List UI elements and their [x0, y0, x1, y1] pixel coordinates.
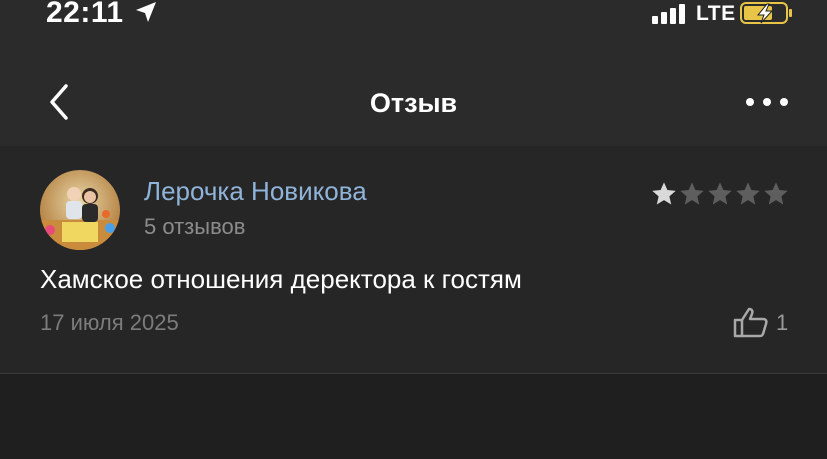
- page-title: Отзыв: [369, 88, 458, 118]
- star-empty-icon: [680, 182, 704, 205]
- signal-bars-icon: [652, 4, 685, 24]
- status-bar: 22:11 LTE: [0, 0, 827, 48]
- avatar[interactable]: [40, 170, 120, 250]
- author-name-link[interactable]: Лерочка Новикова: [144, 176, 367, 207]
- status-time: 22:11: [46, 0, 124, 29]
- star-empty-icon: [764, 182, 788, 205]
- rating-stars: [650, 180, 790, 208]
- location-arrow-icon: [136, 2, 156, 22]
- review-text: Хамское отношения деректора к гостям: [40, 264, 522, 294]
- network-type: LTE: [696, 2, 736, 25]
- review-card: Лерочка Новикова 5 отзывов Хамское отнош…: [0, 146, 827, 374]
- thumbs-up-icon: [733, 307, 768, 338]
- like-button[interactable]: 1: [732, 306, 792, 338]
- star-filled-icon: [652, 182, 676, 205]
- like-count: 1: [776, 310, 789, 335]
- battery-charging-icon: [740, 2, 792, 24]
- more-dots-icon[interactable]: [742, 92, 792, 112]
- author-review-count: 5 отзывов: [144, 214, 246, 239]
- nav-bar: Отзыв: [0, 48, 827, 146]
- review-date: 17 июля 2025: [40, 310, 179, 335]
- star-empty-icon: [736, 182, 760, 205]
- star-empty-icon: [708, 182, 732, 205]
